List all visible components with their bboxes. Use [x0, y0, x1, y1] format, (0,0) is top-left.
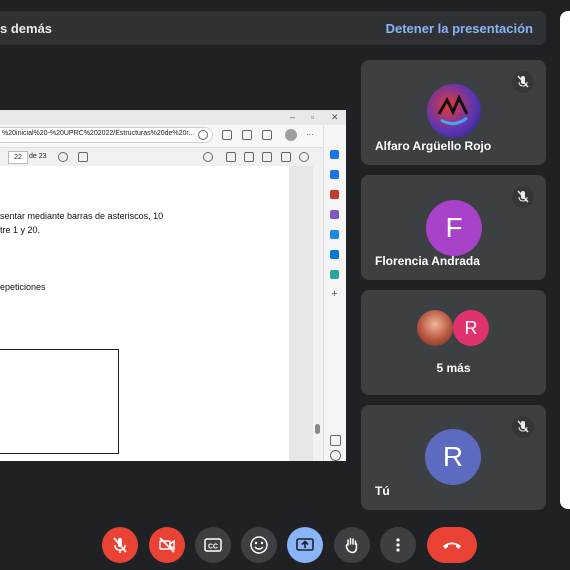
captions-icon: CC	[204, 538, 222, 552]
address-bar-url: %20inicial%20-%20UPRC%202022/Estructuras…	[2, 130, 195, 137]
participant-name: Florencia Andrada	[375, 254, 480, 268]
read-aloud-icon[interactable]	[226, 152, 236, 162]
pdf-toolbar: 22 de 23	[0, 147, 323, 167]
mic-off-icon	[113, 537, 127, 553]
sidebar-tag-icon[interactable]	[330, 170, 339, 179]
address-bar[interactable]: %20inicial%20-%20UPRC%202022/Estructuras…	[0, 127, 213, 143]
reactions-button[interactable]	[241, 527, 277, 563]
rotate-icon[interactable]	[58, 152, 68, 162]
favorites-icon[interactable]	[222, 130, 232, 140]
page-total: de 23	[29, 153, 47, 160]
pdf-page: sentar mediante barras de asteriscos, 10…	[0, 166, 289, 461]
captions-text: CC	[208, 544, 218, 551]
side-panel	[560, 11, 570, 509]
mic-toggle-button[interactable]	[102, 527, 138, 563]
page-view-icon[interactable]	[78, 152, 88, 162]
pdf-scrollbar[interactable]	[313, 166, 323, 461]
sidebar-layout-icon[interactable]	[330, 435, 341, 446]
sidebar-m365-icon[interactable]	[330, 230, 339, 239]
more-participants-tile[interactable]: R 5 más	[361, 290, 546, 395]
camera-toggle-button[interactable]	[149, 527, 185, 563]
avatar	[427, 84, 481, 138]
extensions-icon[interactable]	[262, 130, 272, 140]
more-participants-label: 5 más	[436, 361, 471, 375]
pdf-scrollbar-thumb[interactable]	[315, 424, 320, 434]
avatar: R	[453, 310, 489, 346]
search-icon[interactable]	[203, 152, 213, 162]
restore-icon[interactable]: ▫	[311, 112, 314, 122]
doc-box	[0, 349, 119, 454]
minimize-icon[interactable]: –	[290, 112, 295, 122]
doc-line: epeticiones	[0, 282, 46, 292]
mic-off-icon	[512, 416, 534, 438]
close-icon[interactable]: ✕	[331, 112, 339, 123]
more-options-button[interactable]	[380, 527, 416, 563]
sidebar-games-icon[interactable]	[330, 210, 339, 219]
draw-icon[interactable]	[262, 152, 272, 162]
presentation-banner: s demás Detener la presentación	[0, 11, 546, 45]
present-icon	[296, 538, 314, 551]
split-screen-icon[interactable]	[242, 130, 252, 140]
participant-name: Alfaro Argüello Rojo	[375, 139, 492, 153]
captions-button[interactable]: CC	[195, 527, 231, 563]
page-number-input[interactable]: 22	[8, 151, 28, 164]
mic-off-icon	[512, 71, 534, 93]
more-vert-icon	[396, 538, 400, 552]
participant-tile[interactable]: F Florencia Andrada	[361, 175, 546, 280]
browser-titlebar: – ▫ ✕	[0, 110, 346, 125]
participant-name: Tú	[375, 484, 390, 498]
presentation-banner-text: s demás	[0, 21, 53, 36]
leave-call-button[interactable]	[427, 527, 477, 563]
present-screen-button[interactable]	[287, 527, 323, 563]
more-icon[interactable]: ···	[306, 130, 314, 139]
shared-screen: – ▫ ✕ %20inicial%20-%20UPRC%202022/Estru…	[0, 110, 346, 461]
sidebar-search-icon[interactable]	[330, 150, 339, 159]
sidebar-send-icon[interactable]	[330, 270, 339, 279]
mic-off-icon	[512, 186, 534, 208]
sidebar-briefcase-icon[interactable]	[330, 190, 339, 199]
avatar: F	[426, 200, 482, 256]
pdf-settings-icon[interactable]	[299, 152, 309, 162]
hand-icon	[345, 537, 358, 554]
doc-line: sentar mediante barras de asteriscos, 10	[0, 211, 164, 221]
sidebar-settings-icon[interactable]	[330, 450, 341, 461]
profile-icon[interactable]	[285, 129, 297, 141]
sidebar-outlook-icon[interactable]	[330, 250, 339, 259]
hang-up-icon	[443, 542, 461, 549]
raise-hand-button[interactable]	[334, 527, 370, 563]
avatar	[417, 310, 453, 346]
sidebar-add-icon[interactable]: +	[330, 289, 339, 300]
highlight-icon[interactable]	[281, 152, 291, 162]
stop-presenting-button[interactable]: Detener la presentación	[386, 21, 533, 36]
doc-line: tre 1 y 20.	[0, 225, 41, 235]
avatar: R	[425, 429, 481, 485]
translate-icon[interactable]	[244, 152, 254, 162]
browser-sidebar: +	[323, 125, 346, 461]
zoom-icon[interactable]	[198, 130, 208, 140]
camera-off-icon	[159, 537, 175, 553]
emoji-icon	[250, 536, 268, 554]
self-tile[interactable]: R Tú	[361, 405, 546, 510]
participant-tile[interactable]: Alfaro Argüello Rojo	[361, 60, 546, 165]
